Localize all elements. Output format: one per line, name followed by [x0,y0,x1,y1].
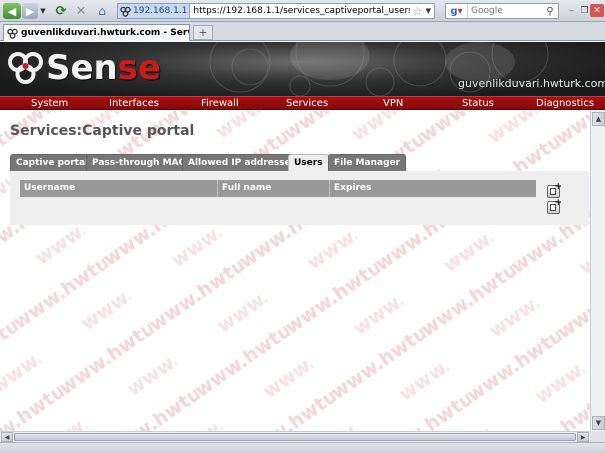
status-bar [0,442,605,453]
menu-system[interactable]: System [31,97,68,110]
menu-status[interactable]: Status [462,97,494,110]
tab-captive-portal[interactable]: Captive portal [10,154,95,171]
search-bar[interactable]: g▾ ⚲ [445,3,559,19]
address-bar[interactable]: 192.168.1.1 https://192.168.1.1/services… [117,3,435,19]
minimize-icon[interactable]: – [565,4,578,17]
menu-firewall[interactable]: Firewall [201,97,239,110]
users-panel: Username Full name Expires + + [10,171,589,225]
vertical-scrollbar[interactable]: ▲ ▼ [590,111,605,431]
pfsense-favicon-icon [120,6,131,17]
add-user-button-secondary[interactable]: + [547,198,562,214]
pfsense-logo-icon [8,52,43,84]
reload-icon[interactable]: ⟳ [53,3,69,19]
new-tab-button[interactable]: + [193,25,213,40]
menu-interfaces[interactable]: Interfaces [109,97,159,110]
url-text[interactable]: https://192.168.1.1/services_captiveport… [190,6,409,16]
back-arrow-icon[interactable]: ◀ [3,3,21,19]
horizontal-scrollbar[interactable]: ◀ ▶ [0,431,590,442]
bookmark-star-icon[interactable]: ☆ [410,5,426,18]
plus-icon: + [554,198,562,208]
menu-vpn[interactable]: VPN [383,97,403,110]
pfsense-favicon-icon [7,28,18,39]
close-window-icon[interactable]: ✕ [590,4,604,17]
hostname-label: guvenlikduvari.hwturk.com [458,77,605,90]
tab-file-manager[interactable]: File Manager [328,154,407,171]
plus-icon: + [554,182,562,192]
page-content: www.hwturk.com www.hwturk.com Services:C… [0,111,590,431]
column-username: Username [20,180,218,197]
scroll-right-icon[interactable]: ▶ [577,432,589,442]
browser-toolbar: ◀ ▶ ▼ ⟳ ✕ ⌂ 192.168.1.1 https://192.168.… [0,0,605,22]
home-icon[interactable]: ⌂ [94,3,110,19]
horizontal-scroll-thumb[interactable] [14,433,576,441]
menu-services[interactable]: Services [286,97,328,110]
scroll-left-icon[interactable]: ◀ [1,432,13,442]
history-dropdown-icon[interactable]: ▼ [39,3,47,19]
scrollbar-corner [590,431,605,442]
search-input[interactable] [468,4,542,18]
site-identity-button[interactable]: 192.168.1.1 [118,4,191,18]
forward-arrow-icon[interactable]: ▶ [22,3,38,19]
tab-users[interactable]: Users [288,154,329,172]
url-dropdown-icon[interactable]: ▼ [426,7,434,15]
pfsense-header: Sense guvenlikduvari.hwturk.com [0,42,605,96]
browser-tab[interactable]: guvenlikduvari.hwturk.com - Service... [3,24,190,41]
google-search-engine-icon[interactable]: g ▾ [446,4,468,18]
scroll-down-icon[interactable]: ▼ [592,416,605,430]
browser-tab-bar: guvenlikduvari.hwturk.com - Service... + [0,22,605,41]
column-expires: Expires [334,183,372,193]
menu-diagnostics[interactable]: Diagnostics [536,97,594,110]
scroll-up-icon[interactable]: ▲ [592,112,605,126]
tab-allowed-ip-addresses[interactable]: Allowed IP addresses [182,154,303,171]
search-magnifier-icon[interactable]: ⚲ [542,6,558,17]
site-identity-label: 192.168.1.1 [133,6,188,16]
column-full-name: Full name [218,180,330,197]
tab-pass-through-mac[interactable]: Pass-through MAC [86,154,192,171]
browser-tab-title: guvenlikduvari.hwturk.com - Service... [21,28,189,38]
stop-icon[interactable]: ✕ [73,3,89,19]
users-table-header: Username Full name Expires [20,180,536,197]
add-user-button[interactable]: + [547,182,562,198]
pfsense-logo-text: Sense [46,48,162,88]
main-menu: System Interfaces Firewall Services VPN … [0,96,605,110]
page-title: Services:Captive portal [10,123,195,139]
